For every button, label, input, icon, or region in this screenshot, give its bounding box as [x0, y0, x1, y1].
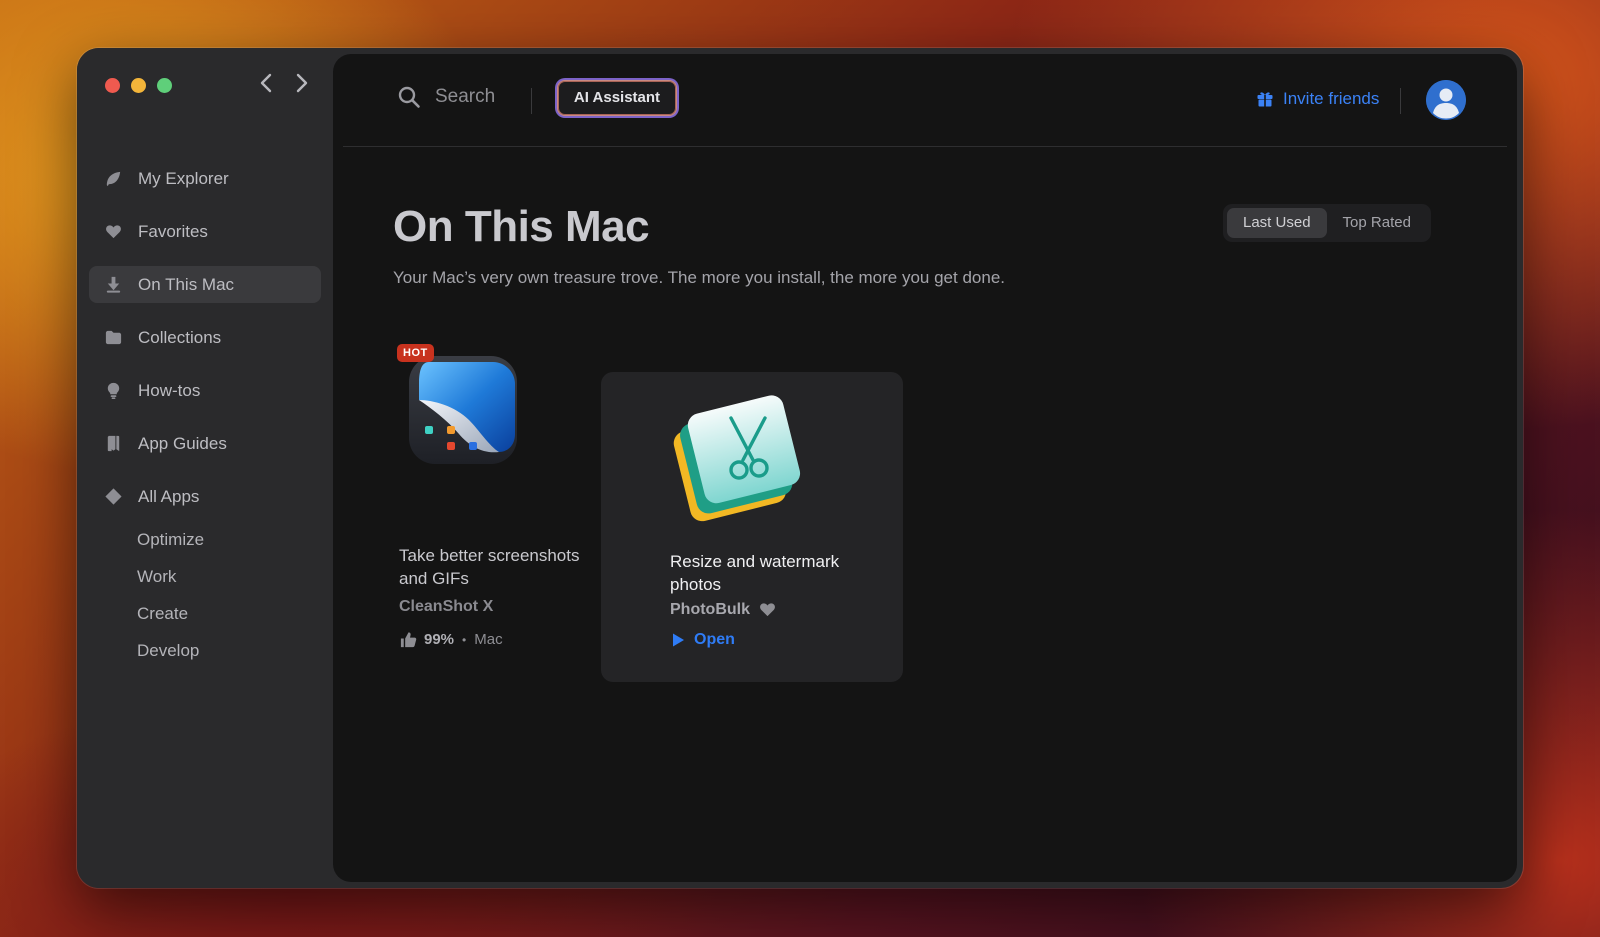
heart-icon: [102, 221, 124, 243]
window-controls: [105, 78, 172, 93]
sidebar: My Explorer Favorites On This Mac Collec…: [77, 48, 333, 888]
app-card-photobulk[interactable]: Resize and watermark photos PhotoBulk Op…: [601, 372, 903, 682]
page-subtitle: Your Mac’s very own treasure trove. The …: [393, 268, 1005, 287]
photobulk-app-icon: [665, 390, 803, 528]
sidebar-item-app-guides[interactable]: App Guides: [89, 425, 321, 462]
sidebar-item-how-tos[interactable]: How-tos: [89, 372, 321, 409]
sidebar-subitem-optimize[interactable]: Optimize: [89, 521, 321, 558]
play-icon: [673, 633, 684, 647]
close-window-button[interactable]: [105, 78, 120, 93]
app-name: PhotoBulk: [670, 600, 750, 618]
user-avatar[interactable]: [1426, 80, 1466, 120]
sort-segmented-control: Last Used Top Rated: [1223, 204, 1431, 242]
top-bar: Search AI Assistant Invite friends: [343, 54, 1507, 147]
back-button[interactable]: [255, 70, 277, 96]
app-card-cleanshot[interactable]: HOT Take better screenshots and GIFs Cle…: [397, 344, 607, 664]
sidebar-item-label: App Guides: [138, 433, 227, 453]
minimize-window-button[interactable]: [131, 78, 146, 93]
user-icon: [1426, 80, 1466, 120]
heart-icon[interactable]: [758, 600, 777, 619]
download-arrow-icon: [102, 274, 124, 296]
chevron-left-icon: [260, 73, 272, 93]
divider: [1400, 88, 1401, 114]
main-content: Search AI Assistant Invite friends On Th…: [333, 54, 1517, 882]
rating-value: 99%: [424, 631, 455, 648]
sidebar-item-on-this-mac[interactable]: On This Mac: [89, 266, 321, 303]
sidebar-item-my-explorer[interactable]: My Explorer: [89, 160, 321, 197]
hot-badge: HOT: [397, 344, 434, 362]
platform-label: Mac: [474, 631, 503, 648]
sort-top-rated-tab[interactable]: Top Rated: [1327, 208, 1427, 238]
sidebar-item-favorites[interactable]: Favorites: [89, 213, 321, 250]
cleanshot-app-icon: [407, 354, 519, 466]
sidebar-item-label: On This Mac: [138, 274, 235, 294]
all-apps-subcategories: Optimize Work Create Develop: [89, 521, 321, 669]
app-window: My Explorer Favorites On This Mac Collec…: [77, 48, 1523, 888]
search-field[interactable]: Search: [397, 85, 495, 109]
invite-friends-link[interactable]: Invite friends: [1256, 89, 1379, 109]
app-name: CleanShot X: [399, 598, 494, 615]
invite-friends-label: Invite friends: [1283, 89, 1380, 108]
sidebar-item-label: Favorites: [138, 221, 208, 241]
sidebar-subitem-work[interactable]: Work: [89, 558, 321, 595]
book-icon: [102, 433, 124, 455]
sort-last-used-tab[interactable]: Last Used: [1227, 208, 1327, 238]
sidebar-subitem-create[interactable]: Create: [89, 595, 321, 632]
history-navigation: [255, 70, 313, 96]
app-tagline: Take better screenshots and GIFs: [399, 546, 580, 588]
sidebar-nav: My Explorer Favorites On This Mac Collec…: [89, 160, 321, 669]
app-meta: 99% • Mac: [399, 630, 503, 649]
ai-assistant-button[interactable]: AI Assistant: [557, 80, 677, 116]
thumbs-up-icon: [400, 632, 417, 648]
page-title: On This Mac: [393, 202, 650, 251]
sidebar-item-all-apps[interactable]: All Apps: [89, 478, 321, 515]
gift-icon: [1257, 92, 1273, 107]
sidebar-item-label: All Apps: [138, 486, 200, 506]
sidebar-subitem-develop[interactable]: Develop: [89, 632, 321, 669]
leaf-icon: [102, 168, 124, 190]
app-name-row: PhotoBulk: [670, 600, 777, 619]
forward-button[interactable]: [291, 70, 313, 96]
divider: [531, 88, 532, 114]
sidebar-item-label: How-tos: [138, 380, 201, 400]
sidebar-item-collections[interactable]: Collections: [89, 319, 321, 356]
sidebar-item-label: Collections: [138, 327, 222, 347]
folder-icon: [102, 327, 124, 349]
diamond-icon: [102, 486, 124, 508]
open-app-button[interactable]: Open: [670, 631, 735, 649]
meta-separator: •: [462, 632, 467, 647]
app-tagline: Resize and watermark photos: [670, 552, 840, 594]
sidebar-item-label: My Explorer: [138, 168, 229, 188]
search-icon: [398, 86, 420, 108]
open-label: Open: [694, 631, 735, 648]
search-label: Search: [435, 86, 496, 107]
chevron-right-icon: [296, 73, 308, 93]
zoom-window-button[interactable]: [157, 78, 172, 93]
lightbulb-icon: [102, 380, 124, 402]
